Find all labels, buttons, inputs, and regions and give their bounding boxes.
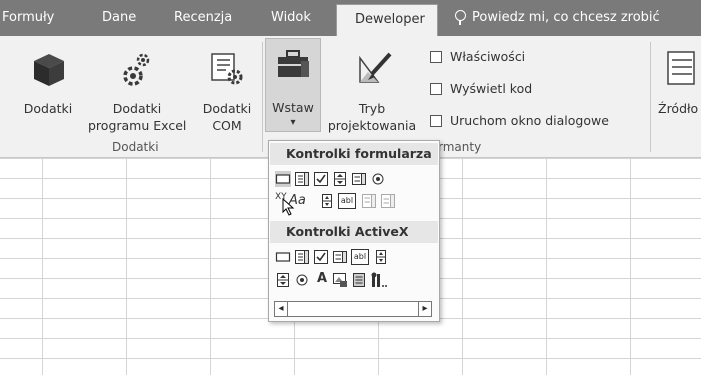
scroll-right-arrow-icon[interactable]: ▸: [418, 302, 431, 316]
form-controls-header: Kontrolki formularza: [270, 143, 438, 165]
xml-source-icon: [667, 51, 695, 85]
more-controls-icon[interactable]: [370, 272, 388, 288]
tell-me-text: Powiedz mi, co chcesz zrobić: [472, 10, 660, 25]
activex-spin-button-icon[interactable]: [275, 272, 291, 288]
activex-checkbox-icon[interactable]: [313, 249, 329, 265]
mouse-cursor-icon: [282, 198, 295, 216]
grid-col-line: [42, 158, 43, 375]
source-button[interactable]: Źródło: [656, 48, 701, 128]
grid-col-line: [126, 158, 127, 375]
tab-dane[interactable]: Dane: [102, 0, 136, 36]
activex-option-button-icon[interactable]: [294, 272, 310, 288]
activex-label-icon[interactable]: A: [315, 271, 329, 287]
grid-col-line: [546, 158, 547, 375]
design-mode-button[interactable]: Tryb projektowania: [322, 48, 422, 138]
wstaw-button[interactable]: Wstaw ▾: [265, 38, 321, 132]
activex-controls-header: Kontrolki ActiveX: [270, 221, 438, 243]
design-mode-label-2: projektowania: [327, 118, 417, 133]
tab-deweloper[interactable]: Deweloper: [336, 4, 438, 36]
run-dialog-label: Uruchom okno dialogowe: [450, 113, 609, 128]
tab-recenzja[interactable]: Recenzja: [174, 0, 232, 36]
grid-col-line: [210, 158, 211, 375]
form-scrollbar-icon[interactable]: [319, 193, 335, 209]
view-code-label: Wyświetl kod: [450, 81, 533, 96]
dodatki-label: Dodatki: [23, 101, 73, 116]
com-addins-icon: [211, 53, 243, 85]
scroll-left-arrow-icon[interactable]: ◂: [275, 302, 288, 316]
group-label-dodatki: Dodatki: [112, 140, 159, 154]
activex-toggle-button-icon[interactable]: [351, 272, 367, 288]
wstaw-dropdown-arrow: ▾: [290, 117, 296, 128]
tab-widok[interactable]: Widok: [271, 0, 311, 36]
form-combo-dropdown-edit-icon[interactable]: [380, 193, 396, 209]
ribbon-tab-bar: Formuły Dane Recenzja Widok Deweloper Po…: [0, 0, 701, 36]
source-label: Źródło: [658, 101, 699, 116]
activex-image-icon[interactable]: [332, 272, 348, 288]
design-mode-icon: [359, 52, 392, 83]
form-combo-box-icon[interactable]: [294, 171, 310, 187]
tab-formuly[interactable]: Formuły: [2, 0, 54, 36]
form-list-box-icon[interactable]: [351, 171, 367, 187]
group-separator: [650, 42, 651, 152]
group-separator: [262, 42, 263, 152]
excel-addins-label-1: Dodatki: [112, 101, 162, 116]
grid-row-line: [0, 338, 701, 339]
properties-icon: [430, 51, 442, 63]
tell-me-box[interactable]: Powiedz mi, co chcesz zrobić: [455, 0, 660, 36]
grid-col-line: [630, 158, 631, 375]
lightbulb-icon: [455, 10, 466, 25]
group-label-controls: rmanty: [438, 140, 482, 154]
form-combo-list-edit-icon[interactable]: [361, 193, 377, 209]
gears-icon: [123, 53, 150, 86]
properties-label: Właściwości: [450, 49, 526, 64]
run-dialog-icon: [430, 115, 442, 127]
com-addins-button[interactable]: Dodatki COM: [196, 48, 258, 138]
form-spin-button-icon[interactable]: [332, 171, 348, 187]
activex-list-box-icon[interactable]: [332, 249, 348, 265]
form-button-icon[interactable]: [275, 171, 291, 187]
grid-row-line: [0, 358, 701, 359]
grid-col-line: [462, 158, 463, 375]
dodatki-button[interactable]: Dodatki: [20, 48, 76, 120]
com-addins-label-2: COM: [212, 118, 242, 133]
design-mode-label-1: Tryb: [358, 101, 386, 116]
view-code-icon: [430, 83, 442, 95]
activex-scrollbar-icon[interactable]: [373, 249, 389, 265]
com-addins-label-1: Dodatki: [202, 101, 252, 116]
activex-combo-box-icon[interactable]: [294, 249, 310, 265]
excel-addins-button[interactable]: Dodatki programu Excel: [88, 48, 186, 138]
horizontal-scrollbar[interactable]: ◂ ▸: [274, 301, 432, 317]
form-option-button-icon[interactable]: [370, 171, 386, 187]
form-text-field-icon[interactable]: abl: [338, 193, 356, 209]
form-checkbox-icon[interactable]: [313, 171, 329, 187]
toolbox-icon: [278, 50, 309, 77]
insert-controls-dropdown: Kontrolki formularza XY Aa abl Kontrolki…: [268, 140, 440, 322]
activex-text-box-icon[interactable]: abl: [351, 249, 369, 265]
activex-command-button-icon[interactable]: [275, 249, 291, 265]
addins-cube-icon: [34, 54, 64, 86]
excel-addins-label-2: programu Excel: [88, 118, 187, 133]
